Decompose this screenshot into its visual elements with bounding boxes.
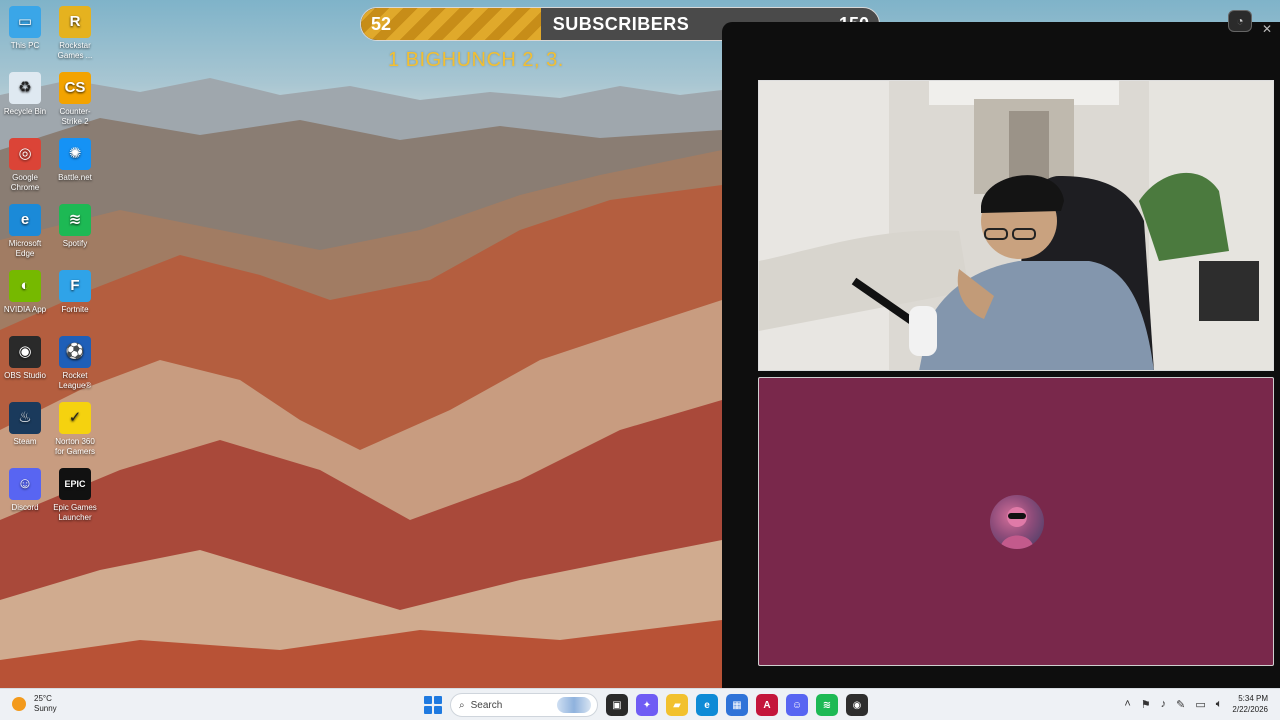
weather-temperature: 25°C: [34, 694, 52, 703]
rocket-league-icon: ⚽: [59, 336, 91, 368]
task-view-icon[interactable]: ▣: [606, 694, 628, 716]
desktop-icon-label: Norton 360 for Gamers: [54, 437, 95, 456]
search-icon: ⌕: [459, 699, 465, 711]
desktop-icon[interactable]: R Rockstar Games ...: [50, 6, 100, 61]
desktop-icon[interactable]: ▭ This PC: [0, 6, 50, 51]
ticker-text: 1 BIGHUNCH 2, 3.: [388, 49, 564, 71]
sun-icon: [12, 697, 26, 711]
desktop-icon-label: OBS Studio: [4, 371, 46, 380]
clock-date: 2/22/2026: [1232, 705, 1268, 714]
edge-icon[interactable]: e: [696, 694, 718, 716]
taskbar-apps: ⌕ Search ▣ ✦ ▰ e ▦ A ☺ ≋ ◉: [424, 693, 868, 717]
webcam-feed: [758, 80, 1274, 371]
pen-icon[interactable]: ✎: [1176, 698, 1185, 711]
desktop-icon-label: Rockstar Games ...: [57, 41, 93, 60]
monitor-icon: ▭: [9, 6, 41, 38]
taskbar-search[interactable]: ⌕ Search: [450, 693, 598, 717]
chevron-up-icon[interactable]: ˄: [1124, 698, 1130, 710]
system-tray: ˄ ⚑ ♪ ✎ ▭ 🔈︎ 5:34 PM 2/22/2026: [1124, 693, 1268, 715]
fortnite-icon: F: [59, 270, 91, 302]
desktop-icon[interactable]: F Fortnite: [50, 270, 100, 315]
steam-icon: ♨: [9, 402, 41, 434]
search-highlight-icon: [557, 697, 591, 713]
nvidia-icon: ◐: [9, 270, 41, 302]
panel-title-bar: ✕: [722, 22, 1280, 40]
desktop-icon-label: Discord: [11, 503, 39, 512]
desktop-icon[interactable]: e Microsoft Edge: [0, 204, 50, 259]
speaker-icon[interactable]: 🔈︎: [1216, 698, 1223, 711]
desktop-icon-label: Fortnite: [61, 305, 89, 314]
desktop-icon[interactable]: ◉ OBS Studio: [0, 336, 50, 381]
desktop-icon-label: Microsoft Edge: [8, 239, 42, 258]
desktop-icon-label: Google Chrome: [10, 173, 40, 192]
recycle-bin-icon: ♻: [9, 72, 41, 104]
microphone-icon[interactable]: ♪: [1161, 698, 1167, 710]
obs-icon[interactable]: ◉: [846, 694, 868, 716]
desktop-icon[interactable]: ✓ Norton 360 for Gamers: [50, 402, 100, 457]
desktop-icon-label: Spotify: [62, 239, 88, 248]
file-explorer-icon[interactable]: ▰: [666, 694, 688, 716]
battlenet-icon: ✺: [59, 138, 91, 170]
avatar[interactable]: [990, 495, 1044, 549]
desktop-icon-label: Epic Games Launcher: [53, 503, 97, 522]
weather-widget[interactable]: 25°C Sunny: [12, 694, 57, 714]
desktop-icon-label: Battle.net: [58, 173, 92, 182]
desktop-icon[interactable]: ☺ Discord: [0, 468, 50, 513]
close-icon[interactable]: ✕: [1262, 22, 1272, 36]
monitor-icon[interactable]: ▭: [1195, 698, 1205, 711]
microsoft-store-icon[interactable]: ▦: [726, 694, 748, 716]
counter-strike-icon: CS: [59, 72, 91, 104]
desktop-icon-label: Counter-Strike 2: [59, 107, 91, 126]
desktop-icon[interactable]: ≋ Spotify: [50, 204, 100, 249]
copilot-icon[interactable]: ✦: [636, 694, 658, 716]
start-button[interactable]: [424, 696, 442, 714]
camera-settings-button[interactable]: ◔: [1228, 10, 1252, 32]
desktop-icon[interactable]: EPIC Epic Games Launcher: [50, 468, 100, 523]
rockstar-icon: R: [59, 6, 91, 38]
desktop-icon[interactable]: ⚽ Rocket League®: [50, 336, 100, 391]
obs-icon: ◉: [9, 336, 41, 368]
adobe-acrobat-icon[interactable]: A: [756, 694, 778, 716]
desktop-icon-label: This PC: [10, 41, 40, 50]
voice-participant-tile[interactable]: [758, 377, 1274, 666]
desktop-icon-label: Rocket League®: [58, 371, 92, 390]
desktop-icon[interactable]: ♨ Steam: [0, 402, 50, 447]
chrome-icon: ◎: [9, 138, 41, 170]
epic-games-icon: EPIC: [59, 468, 91, 500]
desktop-icon[interactable]: CS Counter-Strike 2: [50, 72, 100, 127]
desktop-icon-label: NVIDIA App: [3, 305, 47, 314]
desktop-icon[interactable]: ♻ Recycle Bin: [0, 72, 50, 117]
desktop-icon[interactable]: ◐ NVIDIA App: [0, 270, 50, 315]
taskbar: 25°C Sunny ⌕ Search ▣ ✦ ▰ e ▦ A ☺ ≋ ◉ ˄ …: [0, 688, 1280, 720]
edge-icon: e: [9, 204, 41, 236]
spotify-icon[interactable]: ≋: [816, 694, 838, 716]
spotify-icon: ≋: [59, 204, 91, 236]
weather-description: Sunny: [34, 704, 57, 713]
network-icon[interactable]: ⚑: [1141, 698, 1151, 711]
norton-icon: ✓: [59, 402, 91, 434]
clock-time: 5:34 PM: [1238, 694, 1268, 703]
desktop-icon[interactable]: ◎ Google Chrome: [0, 138, 50, 193]
search-placeholder: Search: [470, 699, 503, 711]
goal-current-count: 52: [371, 14, 392, 34]
discord-icon: ☺: [9, 468, 41, 500]
discord-icon[interactable]: ☺: [786, 694, 808, 716]
desktop-icon[interactable]: ✺ Battle.net: [50, 138, 100, 183]
desktop-icon-label: Recycle Bin: [3, 107, 47, 116]
desktop-icon-label: Steam: [13, 437, 37, 446]
clock[interactable]: 5:34 PM 2/22/2026: [1232, 693, 1268, 715]
